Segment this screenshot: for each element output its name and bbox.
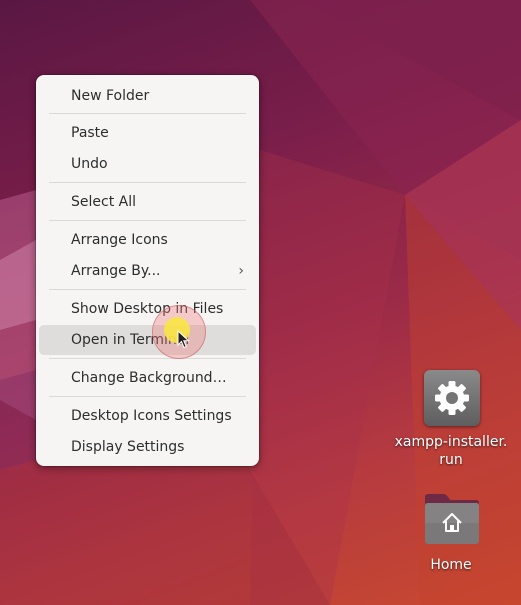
menu-separator — [49, 182, 246, 183]
menu-item-new-folder[interactable]: New Folder — [39, 81, 256, 111]
menu-item-select-all[interactable]: Select All — [39, 187, 256, 217]
chevron-right-icon: › — [238, 263, 244, 279]
home-folder-icon[interactable] — [423, 493, 481, 545]
menu-item-change-background[interactable]: Change Background… — [39, 363, 256, 393]
menu-separator — [49, 113, 246, 114]
menu-separator — [49, 289, 246, 290]
folder-name: Home — [430, 557, 472, 573]
file-name-line-1: xampp-installer. — [394, 434, 508, 450]
menu-separator — [49, 396, 246, 397]
menu-item-arrange-icons[interactable]: Arrange Icons — [39, 225, 256, 255]
desktop[interactable]: New Folder Paste Undo Select All Arrange… — [0, 0, 521, 605]
home-folder-label[interactable]: Home — [391, 556, 511, 574]
menu-separator — [49, 220, 246, 221]
file-name-line-2: run — [439, 452, 463, 468]
xampp-installer-file-label[interactable]: xampp-installer. run — [391, 433, 511, 469]
menu-item-show-desktop-in-files[interactable]: Show Desktop in Files — [39, 294, 256, 324]
menu-separator — [49, 358, 246, 359]
xampp-installer-file-icon[interactable] — [424, 370, 480, 426]
menu-item-undo[interactable]: Undo — [39, 149, 256, 179]
menu-item-label: Arrange By... — [71, 263, 161, 279]
menu-item-display-settings[interactable]: Display Settings — [39, 432, 256, 462]
menu-item-desktop-icons-settings[interactable]: Desktop Icons Settings — [39, 401, 256, 431]
desktop-context-menu: New Folder Paste Undo Select All Arrange… — [36, 75, 259, 466]
menu-item-arrange-by[interactable]: Arrange By... › — [39, 256, 256, 286]
menu-item-open-in-terminal[interactable]: Open in Terminal — [39, 325, 256, 355]
menu-item-paste[interactable]: Paste — [39, 118, 256, 148]
mouse-pointer-icon — [177, 330, 190, 349]
gear-icon — [435, 381, 469, 415]
